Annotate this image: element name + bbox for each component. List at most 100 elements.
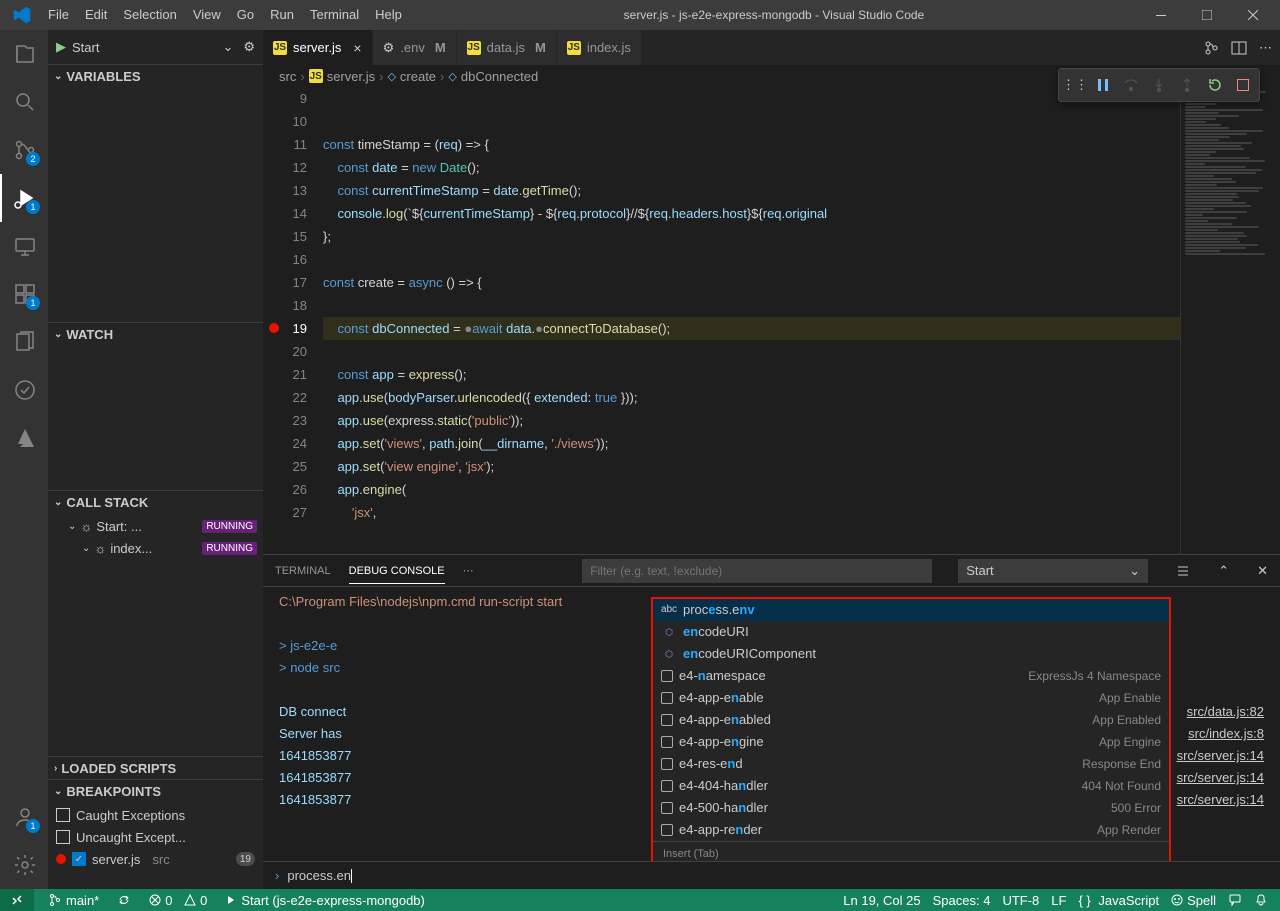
activity-scm[interactable]: 2 bbox=[0, 126, 48, 174]
source-link[interactable]: src/server.js:14 bbox=[1177, 745, 1264, 767]
source-link[interactable]: src/server.js:14 bbox=[1177, 767, 1264, 789]
encoding[interactable]: UTF-8 bbox=[998, 889, 1043, 911]
autocomplete-item[interactable]: ⬡encodeURI bbox=[653, 621, 1169, 643]
autocomplete-item[interactable]: e4-app-renderApp Render bbox=[653, 819, 1169, 841]
menu-edit[interactable]: Edit bbox=[77, 0, 115, 30]
spell-check[interactable]: Spell bbox=[1167, 889, 1220, 911]
breakpoints-header[interactable]: ⌄BREAKPOINTS bbox=[48, 780, 263, 802]
indentation[interactable]: Spaces: 4 bbox=[929, 889, 995, 911]
panel-close-icon[interactable]: ✕ bbox=[1257, 563, 1268, 579]
callstack-item[interactable]: ⌄☼index...RUNNING bbox=[48, 537, 263, 559]
run-config-label[interactable]: Start bbox=[72, 40, 216, 55]
panel-clear-icon[interactable] bbox=[1176, 564, 1190, 578]
source-link[interactable]: src/index.js:8 bbox=[1188, 723, 1264, 745]
activity-search[interactable] bbox=[0, 78, 48, 126]
source-link[interactable]: src/server.js:14 bbox=[1177, 789, 1264, 811]
debug-toolbar: ⋮⋮ bbox=[1058, 68, 1260, 102]
panel-maximize-icon[interactable]: ⌃ bbox=[1218, 563, 1229, 579]
gear-icon[interactable]: ⚙ bbox=[243, 39, 255, 55]
variables-header[interactable]: ⌄VARIABLES bbox=[48, 65, 263, 87]
close-icon[interactable]: × bbox=[353, 40, 361, 56]
breakpoint-item[interactable]: ✓server.jssrc19 bbox=[48, 848, 263, 870]
menu-run[interactable]: Run bbox=[262, 0, 302, 30]
pause-button[interactable] bbox=[1090, 72, 1116, 98]
menu-help[interactable]: Help bbox=[367, 0, 410, 30]
maximize-button[interactable] bbox=[1184, 0, 1230, 30]
panel-tab-terminal[interactable]: TERMINAL bbox=[275, 559, 331, 583]
autocomplete-item[interactable]: e4-app-enableApp Enable bbox=[653, 687, 1169, 709]
code-editor[interactable]: 9101112131415161718192021222324252627 co… bbox=[263, 87, 1280, 554]
panel-filter-input[interactable] bbox=[582, 559, 932, 583]
autocomplete-item[interactable]: e4-namespaceExpressJs 4 Namespace bbox=[653, 665, 1169, 687]
eol[interactable]: LF bbox=[1047, 889, 1070, 911]
autocomplete-item[interactable]: e4-404-handler404 Not Found bbox=[653, 775, 1169, 797]
source-link[interactable]: src/data.js:82 bbox=[1187, 701, 1264, 723]
notifications-icon[interactable] bbox=[1250, 889, 1272, 911]
more-icon[interactable]: ⋯ bbox=[1259, 40, 1272, 56]
language-mode[interactable]: { } JavaScript bbox=[1074, 889, 1163, 911]
branch-button[interactable]: main* bbox=[44, 889, 103, 911]
debug-console-input[interactable]: › process.en bbox=[263, 861, 1280, 889]
checkbox[interactable] bbox=[56, 830, 70, 844]
play-icon[interactable]: ▶ bbox=[56, 39, 66, 55]
loaded-scripts-header[interactable]: ›LOADED SCRIPTS bbox=[48, 757, 263, 779]
breakpoint-item[interactable]: Uncaught Except... bbox=[48, 826, 263, 848]
checkbox[interactable] bbox=[56, 808, 70, 822]
sync-button[interactable] bbox=[113, 889, 135, 911]
autocomplete-item[interactable]: e4-500-handler500 Error bbox=[653, 797, 1169, 819]
step-into-button[interactable] bbox=[1146, 72, 1172, 98]
chevron-down-icon[interactable]: ⌄ bbox=[222, 39, 233, 55]
activity-remote[interactable] bbox=[0, 222, 48, 270]
cursor-position[interactable]: Ln 19, Col 25 bbox=[839, 889, 924, 911]
menu-file[interactable]: File bbox=[40, 0, 77, 30]
activity-debug[interactable]: 1 bbox=[0, 174, 48, 222]
autocomplete-item[interactable]: e4-res-endResponse End bbox=[653, 753, 1169, 775]
feedback-icon[interactable] bbox=[1224, 889, 1246, 911]
menu-selection[interactable]: Selection bbox=[115, 0, 184, 30]
activity-extensions[interactable]: 1 bbox=[0, 270, 48, 318]
drag-handle-icon[interactable]: ⋮⋮ bbox=[1062, 72, 1088, 98]
editor-tab[interactable]: JSindex.js bbox=[557, 30, 642, 65]
watch-header[interactable]: ⌄WATCH bbox=[48, 323, 263, 345]
autocomplete-item[interactable]: ⬡encodeURIComponent bbox=[653, 643, 1169, 665]
panel-tab-debug-console[interactable]: DEBUG CONSOLE bbox=[349, 559, 445, 584]
stop-button[interactable] bbox=[1230, 72, 1256, 98]
restart-button[interactable] bbox=[1202, 72, 1228, 98]
activity-testing[interactable] bbox=[0, 366, 48, 414]
callstack-item[interactable]: ⌄☼Start: ...RUNNING bbox=[48, 515, 263, 537]
editor-tab[interactable]: JSdata.jsM bbox=[457, 30, 557, 65]
autocomplete-item[interactable]: abcprocess.env bbox=[653, 599, 1169, 621]
minimap[interactable] bbox=[1180, 87, 1280, 554]
activity-references[interactable] bbox=[0, 318, 48, 366]
step-out-button[interactable] bbox=[1174, 72, 1200, 98]
panel-session-select[interactable]: Start⌄ bbox=[958, 559, 1148, 583]
autocomplete-item[interactable]: e4-app-engineApp Engine bbox=[653, 731, 1169, 753]
problems-button[interactable]: 0 0 bbox=[145, 889, 211, 911]
split-icon[interactable] bbox=[1231, 40, 1247, 56]
editor-tabs: JSserver.js×⚙.envMJSdata.jsMJSindex.js ⋯ bbox=[263, 30, 1280, 65]
breakpoint-marker[interactable] bbox=[269, 323, 279, 333]
debug-status[interactable]: Start (js-e2e-express-mongodb) bbox=[221, 889, 429, 911]
checkbox[interactable]: ✓ bbox=[72, 852, 86, 866]
editor-tab[interactable]: JSserver.js× bbox=[263, 30, 373, 65]
scm-badge: 2 bbox=[26, 152, 40, 166]
activity-azure[interactable] bbox=[0, 414, 48, 462]
panel-tab-more[interactable]: ⋯ bbox=[463, 558, 474, 583]
activity-accounts[interactable]: 1 bbox=[0, 793, 48, 841]
breakpoint-dot-icon bbox=[56, 854, 66, 864]
activity-explorer[interactable] bbox=[0, 30, 48, 78]
editor-tab[interactable]: ⚙.envM bbox=[373, 30, 457, 65]
callstack-header[interactable]: ⌄CALL STACK bbox=[48, 491, 263, 513]
step-over-button[interactable] bbox=[1118, 72, 1144, 98]
menu-terminal[interactable]: Terminal bbox=[302, 0, 367, 30]
autocomplete-item[interactable]: e4-app-enabledApp Enabled bbox=[653, 709, 1169, 731]
remote-button[interactable] bbox=[0, 889, 34, 911]
compare-icon[interactable] bbox=[1203, 40, 1219, 56]
minimize-button[interactable] bbox=[1138, 0, 1184, 30]
activity-settings[interactable] bbox=[0, 841, 48, 889]
close-button[interactable] bbox=[1230, 0, 1276, 30]
menu-view[interactable]: View bbox=[185, 0, 229, 30]
menu-go[interactable]: Go bbox=[229, 0, 262, 30]
breakpoint-item[interactable]: Caught Exceptions bbox=[48, 804, 263, 826]
debug-console-body[interactable]: abcprocess.env⬡encodeURI⬡encodeURICompon… bbox=[263, 587, 1280, 861]
